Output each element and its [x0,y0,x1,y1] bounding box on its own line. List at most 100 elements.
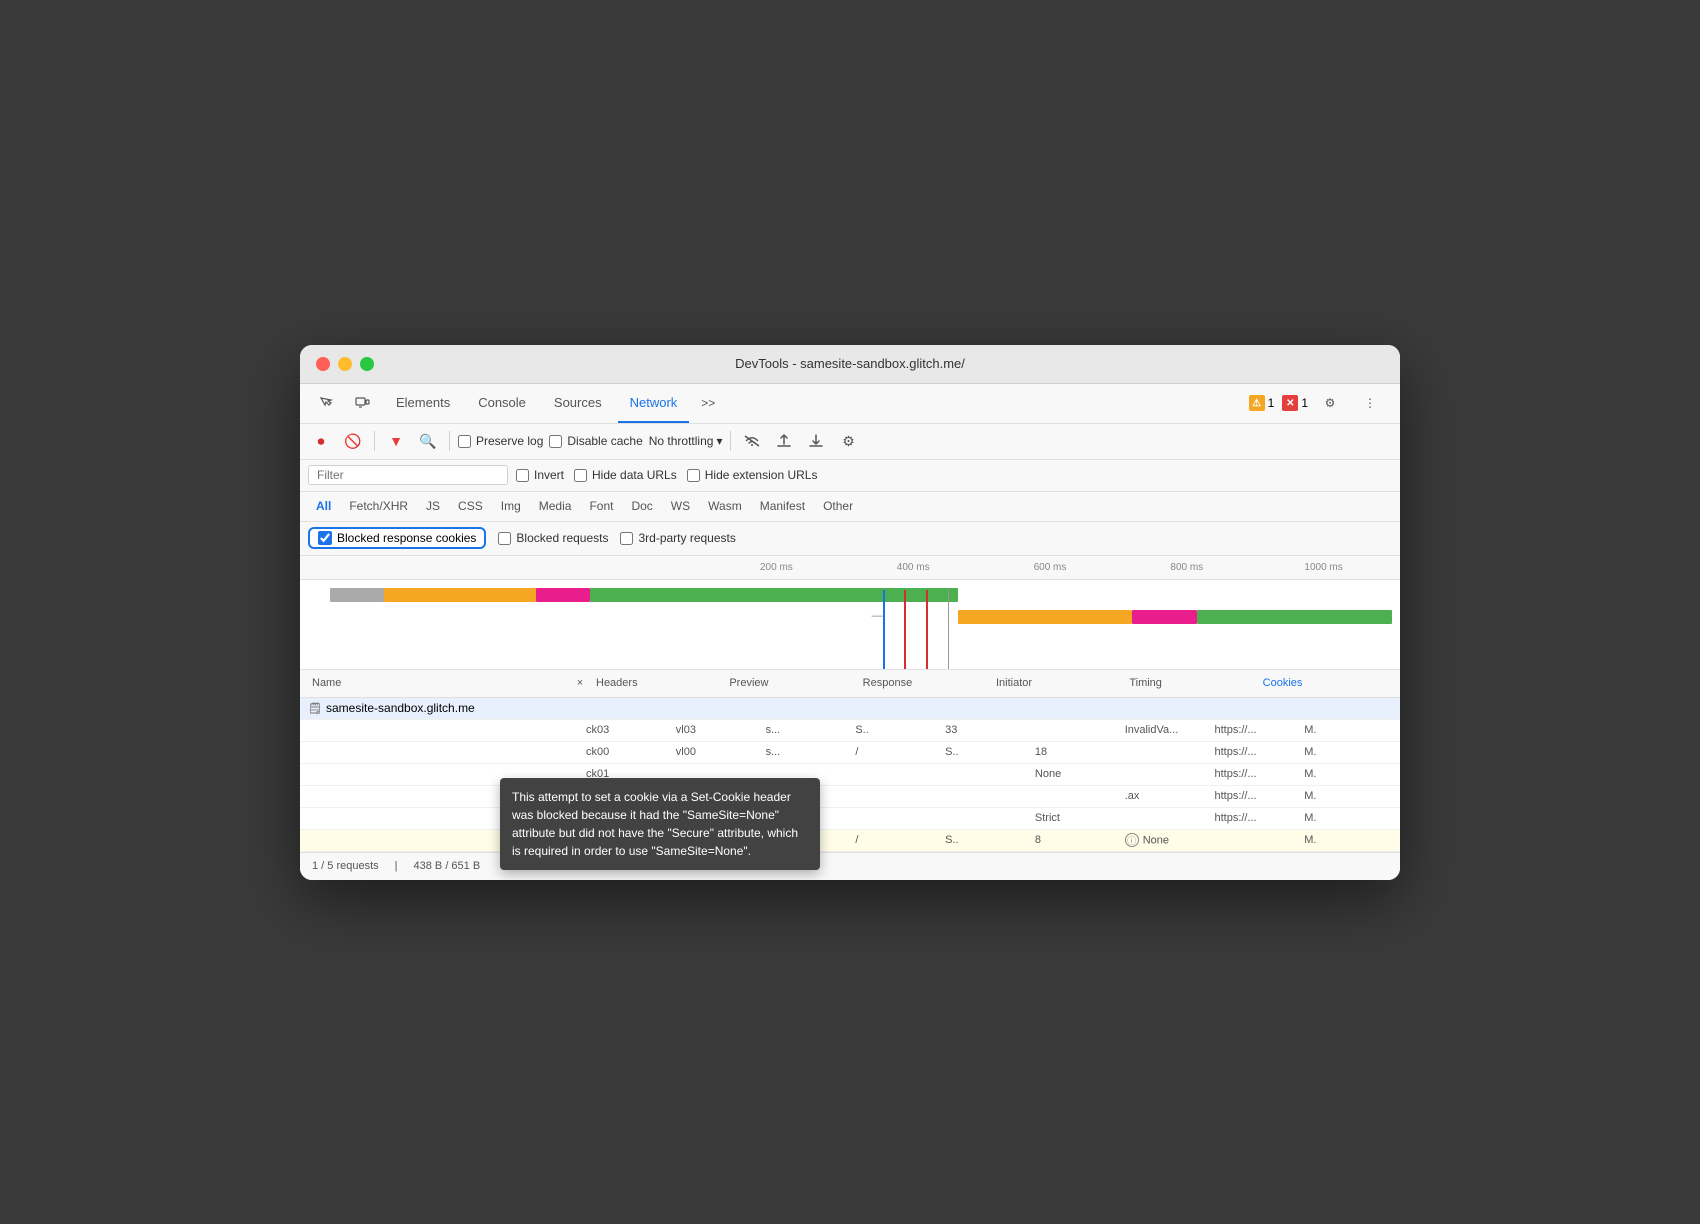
type-filter-img[interactable]: Img [493,497,529,515]
waterfall-row-2: — [308,610,1392,624]
header-headers[interactable]: Headers [592,677,725,689]
type-filter-media[interactable]: Media [531,497,580,515]
cookie-row-ck03[interactable]: ck03 vl03 s... S.. 33 InvalidVa... https… [300,720,1400,742]
top-tab-bar: Elements Console Sources Network >> ⚠ 1 … [300,384,1400,424]
clear-button[interactable]: 🚫 [340,428,366,454]
more-tabs-button[interactable]: >> [693,383,723,423]
inspect-icon[interactable] [312,389,340,417]
type-filter-fetchxhr[interactable]: Fetch/XHR [341,497,416,515]
header-name: Name [308,677,568,689]
disable-cache-label[interactable]: Disable cache [549,434,642,448]
third-party-requests-checkbox[interactable] [620,532,633,545]
filter-icon[interactable]: ▼ [383,428,409,454]
settings-icon[interactable]: ⚙ [1316,389,1344,417]
table-body: 🗒 samesite-sandbox.glitch.me ck03 vl03 s… [300,698,1400,852]
invert-checkbox[interactable] [516,469,529,482]
cookie-row-ck01[interactable]: ck01 None https://... M. [300,764,1400,786]
timeline-200ms: 200 ms [708,562,845,573]
third-party-requests-label[interactable]: 3rd-party requests [620,531,735,545]
top-right-icons: ⚠ 1 ✕ 1 ⚙ ⋮ [1249,389,1388,417]
header-initiator[interactable]: Initiator [992,677,1125,689]
status-bar: 1 / 5 requests | 438 B / 651 B [300,852,1400,880]
close-button[interactable] [316,357,330,371]
hide-data-urls-label[interactable]: Hide data URLs [574,468,677,482]
cookie-tooltip: This attempt to set a cookie via a Set-C… [500,778,820,870]
cookie-row-ck05[interactable]: ck05 Strict https://... M. [300,808,1400,830]
type-filter-other[interactable]: Other [815,497,861,515]
bar-green [590,588,959,602]
header-response[interactable]: Response [859,677,992,689]
main-request-row[interactable]: 🗒 samesite-sandbox.glitch.me [300,698,1400,720]
warning-icon: ⚠ [1249,395,1265,411]
filter-input[interactable] [308,465,508,485]
timeline-1000ms: 1000 ms [1255,562,1392,573]
cookie-row-ck00[interactable]: ck00 vl00 s... / S.. 18 https://... M. [300,742,1400,764]
type-filter-font[interactable]: Font [581,497,621,515]
preserve-log-checkbox[interactable] [458,435,471,448]
disable-cache-checkbox[interactable] [549,435,562,448]
timeline-400ms: 400 ms [845,562,982,573]
timeline-600ms: 600 ms [982,562,1119,573]
header-close[interactable]: × [568,677,592,689]
request-count: 1 / 5 requests [312,860,379,872]
type-filter-js[interactable]: JS [418,497,448,515]
waterfall-area: — [300,580,1400,670]
invert-label[interactable]: Invert [516,468,564,482]
search-icon[interactable]: 🔍 [415,428,441,454]
type-filter-doc[interactable]: Doc [623,497,660,515]
maximize-button[interactable] [360,357,374,371]
type-filter-all[interactable]: All [308,497,339,515]
error-icon: ✕ [1282,395,1298,411]
blocked-cookies-label[interactable]: Blocked response cookies [308,527,486,549]
cookie-row-ck02[interactable]: ck02 vl02 s... / S.. 8 ⓘNone M. [300,830,1400,852]
bar-gray [330,588,384,602]
type-filter-ws[interactable]: WS [663,497,698,515]
info-icon: ⓘ [1125,833,1139,847]
hide-extension-urls-checkbox[interactable] [687,469,700,482]
devtools-window: DevTools - samesite-sandbox.glitch.me/ E… [300,345,1400,880]
header-preview[interactable]: Preview [725,677,858,689]
timeline-labels: 200 ms 400 ms 600 ms 800 ms 1000 ms [508,562,1392,573]
cookie-row-ck04[interactable]: ck04 .ax https://... M. [300,786,1400,808]
header-timing[interactable]: Timing [1125,677,1258,689]
table-header: Name × Headers Preview Response Initiato… [300,670,1400,698]
bar-green-2 [1197,610,1392,624]
minimize-button[interactable] [338,357,352,371]
traffic-lights [316,357,374,371]
tab-sources[interactable]: Sources [542,383,614,423]
separator: | [395,860,398,872]
toolbar-separator-1 [374,431,375,451]
blocked-cookies-checkbox[interactable] [318,531,332,545]
type-filter-css[interactable]: CSS [450,497,491,515]
download-icon[interactable] [803,428,829,454]
record-button[interactable]: ⏺ [308,428,334,454]
device-icon[interactable] [348,389,376,417]
tab-network[interactable]: Network [618,383,690,423]
header-cookies[interactable]: Cookies [1259,677,1392,689]
wifi-icon[interactable] [739,428,765,454]
type-filter-manifest[interactable]: Manifest [752,497,813,515]
cookie-rows-container: ck03 vl03 s... S.. 33 InvalidVa... https… [300,720,1400,852]
hide-data-urls-checkbox[interactable] [574,469,587,482]
waterfall-row-1 [308,588,1392,602]
tab-console[interactable]: Console [466,383,538,423]
more-options-icon[interactable]: ⋮ [1356,389,1384,417]
network-settings-icon[interactable]: ⚙ [835,428,861,454]
blocked-requests-label[interactable]: Blocked requests [498,531,608,545]
upload-icon[interactable] [771,428,797,454]
type-filter-wasm[interactable]: Wasm [700,497,750,515]
error-badge: ✕ 1 [1282,395,1308,411]
timeline-800ms: 800 ms [1118,562,1255,573]
blocked-bar: Blocked response cookies Blocked request… [300,522,1400,556]
preserve-log-label[interactable]: Preserve log [458,434,543,448]
hide-extension-urls-label[interactable]: Hide extension URLs [687,468,818,482]
transfer-size: 438 B / 651 B [414,860,481,872]
blocked-requests-checkbox[interactable] [498,532,511,545]
vertical-line-gray [948,590,949,670]
tab-elements[interactable]: Elements [384,383,462,423]
bar-pink [536,588,590,602]
throttle-select[interactable]: No throttling ▾ [649,434,723,448]
bar-pink-2 [1132,610,1197,624]
filter-options: Invert Hide data URLs Hide extension URL… [516,468,817,482]
bar-orange-2 [958,610,1131,624]
